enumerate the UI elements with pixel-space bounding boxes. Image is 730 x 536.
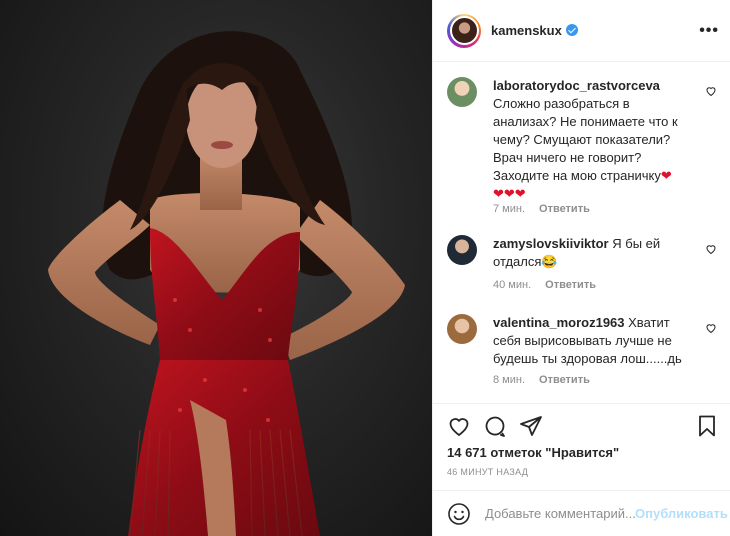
photo-illustration (48, 31, 405, 536)
comment-meta: 40 мин. Ответить (493, 279, 596, 291)
commenter-avatar[interactable] (447, 314, 477, 344)
reply-button[interactable]: Ответить (545, 279, 596, 291)
comment-body: Сложно разобраться в анализах? Не понима… (493, 96, 678, 183)
laughing-emoji: 😂 (541, 254, 558, 269)
comment-time: 7 мин. (493, 203, 526, 215)
comment-time: 40 мин. (493, 279, 532, 291)
post-side-panel: kamenskux ••• laboratorydoc_rastvorceva … (432, 0, 730, 536)
comment-item: zamyslovskiiviktor Я бы ей отдался😂 40 м… (447, 235, 717, 295)
publish-button[interactable]: Опубликовать (635, 506, 728, 521)
commenter-username[interactable]: zamyslovskiiviktor (493, 236, 609, 251)
heart-icon[interactable] (447, 414, 471, 438)
commenter-username[interactable]: valentina_moroz1963 (493, 315, 625, 330)
comment-icon[interactable] (483, 414, 507, 438)
comment-input[interactable] (485, 506, 635, 521)
likes-count[interactable]: 14 671 отметок "Нравится" (447, 445, 619, 460)
comment-time: 8 мин. (493, 374, 526, 386)
bookmark-icon[interactable] (695, 414, 719, 438)
post-photo[interactable] (0, 0, 432, 536)
commenter-avatar[interactable] (447, 235, 477, 265)
commenter-avatar[interactable] (447, 77, 477, 107)
comment-meta: 7 мин. Ответить (493, 203, 590, 215)
commenter-username[interactable]: laboratorydoc_rastvorceva (493, 78, 660, 93)
comment-text: laboratorydoc_rastvorceva Сложно разобра… (493, 77, 689, 203)
add-comment-bar: Опубликовать (433, 490, 730, 536)
reply-button[interactable]: Ответить (539, 374, 590, 386)
comments-list: laboratorydoc_rastvorceva Сложно разобра… (433, 62, 730, 403)
verified-badge-icon (565, 24, 578, 36)
post-timestamp[interactable]: 46 минут назад (447, 467, 528, 477)
author-username-text[interactable]: kamenskux (491, 23, 562, 38)
author-username[interactable]: kamenskux (491, 23, 578, 38)
author-avatar-ring[interactable] (447, 13, 481, 48)
comment-item: valentina_moroz1963 Хватит себя вырисовы… (447, 314, 717, 394)
more-options-icon[interactable]: ••• (699, 22, 719, 40)
heart-emojis: ❤❤❤ (493, 186, 526, 201)
comment-text: zamyslovskiiviktor Я бы ей отдался😂 (493, 235, 689, 271)
share-icon[interactable] (519, 414, 543, 438)
post-action-bar (433, 403, 730, 451)
comment-item: laboratorydoc_rastvorceva Сложно разобра… (447, 77, 717, 217)
comment-meta: 8 мин. Ответить (493, 374, 590, 386)
comment-like-heart-icon[interactable] (705, 85, 717, 97)
emoji-picker-icon[interactable] (447, 502, 471, 526)
post-header: kamenskux ••• (433, 0, 730, 62)
comment-text: valentina_moroz1963 Хватит себя вырисовы… (493, 314, 689, 368)
heart-emoji: ❤ (660, 168, 672, 183)
instagram-post: kamenskux ••• laboratorydoc_rastvorceva … (0, 0, 730, 536)
comment-like-heart-icon[interactable] (705, 243, 717, 255)
comment-like-heart-icon[interactable] (705, 322, 717, 334)
reply-button[interactable]: Ответить (539, 203, 590, 215)
author-avatar[interactable] (449, 16, 479, 45)
